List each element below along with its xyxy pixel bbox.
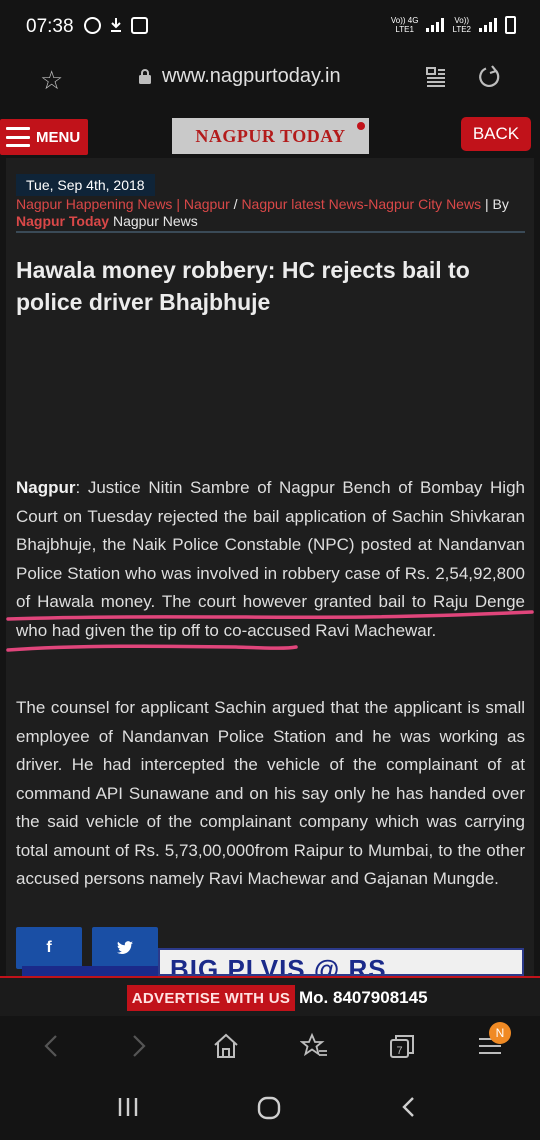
url-field[interactable]: www.nagpurtoday.in [162, 65, 341, 88]
facebook-icon: f [46, 939, 52, 956]
category-link-happening[interactable]: Nagpur Happening News | Nagpur [16, 196, 230, 212]
system-navigation-bar [0, 1076, 540, 1140]
home-icon[interactable] [212, 1032, 240, 1060]
back-button[interactable]: BACK [461, 117, 531, 151]
sim1-signal-icon [426, 18, 445, 32]
logo-text: NAGPUR TODAY [195, 125, 346, 146]
reload-icon[interactable] [477, 64, 501, 90]
home-button-icon[interactable] [256, 1095, 282, 1121]
advertise-bar: ADVERTISE WITH US Mo. 8407908145 [0, 976, 540, 1016]
author-link[interactable]: Nagpur Today [16, 213, 109, 229]
dateline: Nagpur [16, 478, 76, 497]
tabs-icon[interactable]: 7 [388, 1032, 416, 1060]
site-logo[interactable]: NAGPUR TODAY [172, 118, 369, 154]
article-body: Tue, Sep 4th, 2018 Nagpur Happening News… [6, 158, 534, 976]
article-title: Hawala money robbery: HC rejects bail to… [16, 257, 470, 315]
facebook-share-button[interactable]: f [16, 927, 82, 969]
category-link-latest[interactable]: Nagpur latest News-Nagpur City News [241, 196, 481, 212]
status-time: 07:38 [26, 16, 74, 37]
whatsapp-icon [84, 17, 101, 34]
ad-banner-text: BIG PLVIS @ RS 1449*/SQ. FT [170, 954, 387, 976]
logo-dot-icon [357, 122, 365, 130]
bookmark-star-icon[interactable]: ☆ [40, 65, 63, 96]
sim1-label: Vo)) 4G LTE1 [390, 16, 419, 34]
back-arrow-icon[interactable] [38, 1032, 66, 1060]
notification-badge: N [489, 1022, 511, 1044]
signal-indicators: Vo)) 4G LTE1 Vo)) LTE2 [391, 16, 516, 34]
sim2-label: Vo)) LTE2 [452, 16, 471, 34]
article-paragraph-2: The counsel for applicant Sachin argued … [16, 698, 525, 888]
ad-banner[interactable]: BIG PLVIS @ RS 1449*/SQ. FT [158, 948, 524, 976]
twitter-share-button[interactable] [92, 927, 158, 969]
alert-icon [109, 17, 123, 34]
status-bar: 07:38 Vo)) 4G LTE1 Vo)) LTE2 [0, 0, 540, 54]
svg-text:7: 7 [396, 1045, 402, 1057]
ad-banner-edge [22, 966, 158, 976]
browser-bottom-bar: 7 [0, 1016, 540, 1076]
checkbox-icon [131, 17, 148, 34]
forward-arrow-icon[interactable] [124, 1032, 152, 1060]
recent-apps-icon[interactable] [116, 1095, 140, 1119]
hamburger-icon [6, 127, 30, 147]
sim2-signal-icon [479, 18, 497, 32]
bookmarks-icon[interactable] [300, 1032, 328, 1060]
notification-icons [84, 17, 148, 34]
menu-button[interactable]: MENU [0, 119, 88, 155]
twitter-icon [117, 941, 133, 955]
advertise-button[interactable]: ADVERTISE WITH US [127, 985, 295, 1011]
article-paragraph-1: Nagpur: Justice Nitin Sambre of Nagpur B… [16, 478, 525, 640]
reader-mode-icon[interactable] [425, 67, 447, 87]
article-meta: Nagpur Happening News | Nagpur / Nagpur … [16, 196, 509, 229]
site-header: MENU NAGPUR TODAY BACK [0, 106, 540, 158]
battery-icon [505, 16, 516, 34]
lock-icon [139, 69, 151, 84]
article-date: Tue, Sep 4th, 2018 [16, 174, 155, 196]
browser-url-bar: ☆ www.nagpurtoday.in [0, 54, 540, 106]
advertise-phone[interactable]: Mo. 8407908145 [299, 988, 428, 1008]
system-back-icon[interactable] [398, 1095, 422, 1119]
menu-label: MENU [36, 128, 81, 146]
meta-divider [16, 231, 525, 233]
